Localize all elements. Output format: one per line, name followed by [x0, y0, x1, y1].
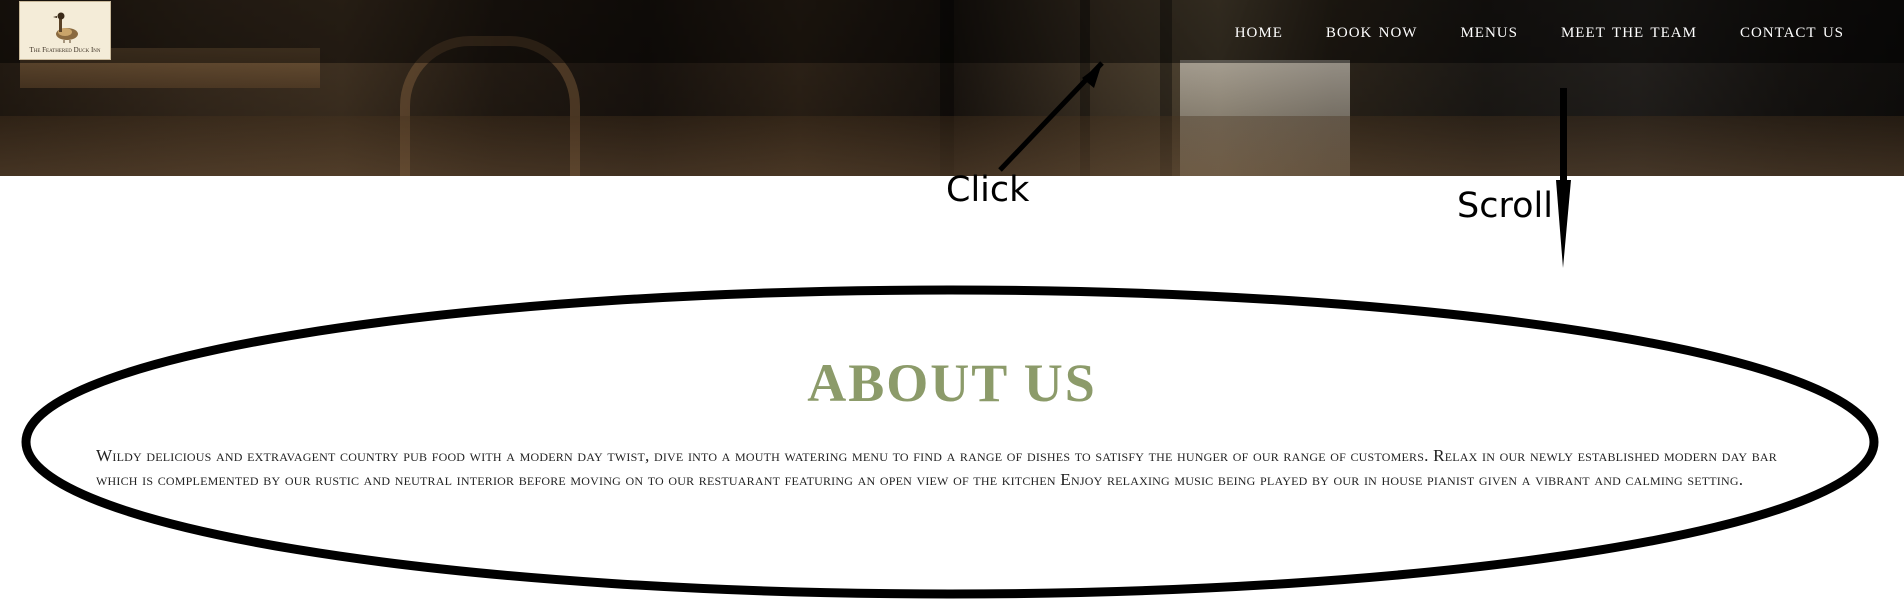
duck-logo-icon	[53, 12, 78, 43]
logo-text: The Feathered Duck Inn	[29, 46, 101, 54]
navigation-bar: The Feathered Duck Inn HOME BOOK NOW MEN…	[0, 0, 1904, 63]
scroll-annotation-label: Scroll	[1457, 186, 1553, 226]
nav-menus[interactable]: MENUS	[1460, 18, 1518, 43]
about-title: ABOUT US	[807, 353, 1097, 413]
nav-home[interactable]: HOME	[1235, 18, 1283, 43]
page: The Feathered Duck Inn HOME BOOK NOW MEN…	[0, 0, 1904, 602]
hero-floor	[0, 116, 1904, 176]
about-body-text: Wildy delicious and extravagent country …	[96, 446, 1777, 489]
scroll-arrow-head-icon	[1556, 180, 1571, 268]
nav-meet-the-team[interactable]: MEET THE TEAM	[1561, 18, 1697, 43]
main-nav: HOME BOOK NOW MENUS MEET THE TEAM CONTAC…	[1235, 18, 1844, 43]
site-logo[interactable]: The Feathered Duck Inn	[19, 1, 111, 60]
nav-book-now[interactable]: BOOK NOW	[1326, 18, 1418, 43]
nav-contact-us[interactable]: CONTACT US	[1740, 18, 1844, 43]
annotation-ellipse	[21, 285, 1879, 599]
click-annotation-label: Click	[946, 170, 1030, 210]
